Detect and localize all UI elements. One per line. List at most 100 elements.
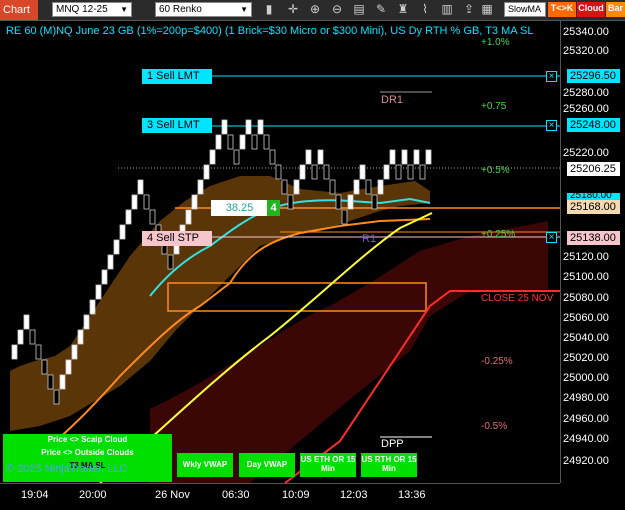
sell-lmt-3-order[interactable]: 3 Sell LMT	[142, 118, 212, 133]
renko-brick	[59, 374, 66, 390]
cancel-order-3-icon[interactable]: ×	[546, 120, 557, 131]
renko-brick	[233, 149, 240, 165]
renko-brick	[419, 164, 426, 180]
renko-brick	[329, 179, 336, 195]
renko-brick	[413, 149, 420, 165]
renko-brick	[89, 299, 96, 315]
last-price-tag: 25206.25	[567, 162, 620, 176]
renko-brick	[371, 194, 378, 210]
sell-stp-order[interactable]: 4 Sell STP	[142, 231, 212, 246]
renko-brick	[11, 344, 18, 360]
dr1-label: DR1	[381, 94, 404, 106]
renko-brick	[377, 179, 384, 195]
price-chart[interactable]	[0, 21, 560, 483]
chart-toolbar: Chart MNQ 12-25 ▼ 60 Renko ▼ ▮ ✛ ⊕ ⊖ ▤ ✎…	[0, 0, 625, 21]
position-count: 4	[267, 200, 280, 216]
renko-brick	[323, 164, 330, 180]
time-tick: 19:04	[21, 489, 49, 501]
renko-brick	[293, 179, 300, 195]
renko-brick	[23, 314, 30, 330]
zoom-out-icon[interactable]: ⊖	[330, 2, 344, 17]
price-tick: 25040.00	[563, 332, 609, 344]
renko-brick	[203, 164, 210, 180]
tc-button[interactable]: T<>K	[548, 2, 576, 17]
renko-brick	[35, 344, 42, 360]
renko-brick	[41, 359, 48, 375]
renko-brick	[191, 194, 198, 210]
renko-brick	[17, 329, 24, 345]
renko-brick	[209, 149, 216, 165]
legend-row-scalp: Price <> Scalp Cloud	[47, 435, 128, 444]
renko-brick	[263, 134, 270, 150]
templates-icon[interactable]: ▥	[440, 2, 454, 17]
renko-brick	[119, 224, 126, 240]
price-tick: 24940.00	[563, 433, 609, 445]
cancel-stop-icon[interactable]: ×	[546, 232, 557, 243]
drawing-tools-icon[interactable]: ✎	[374, 2, 388, 17]
day-vwap-button[interactable]: Day VWAP	[239, 453, 295, 477]
us-rth-or-button[interactable]: US RTH OR 15 Min	[361, 453, 417, 477]
renko-brick	[131, 194, 138, 210]
data-box-icon[interactable]: ▦	[480, 2, 494, 17]
pct-plus-025-label: +0.25%	[481, 229, 516, 240]
renko-brick	[401, 149, 408, 165]
time-tick: 26 Nov	[155, 489, 190, 501]
price-tick: 25220.00	[563, 147, 609, 159]
pct-minus-025-label: -0.25%	[481, 356, 513, 367]
cancel-order-1-icon[interactable]: ×	[546, 71, 557, 82]
properties-icon[interactable]: ▤	[352, 2, 366, 17]
renko-brick	[395, 164, 402, 180]
bar-type-selector[interactable]: 60 Renko ▼	[155, 2, 252, 17]
renko-brick	[65, 359, 72, 375]
wkly-vwap-button[interactable]: Wkly VWAP	[177, 453, 233, 477]
price-tick: 25260.00	[563, 103, 609, 115]
dpp-label: DPP	[381, 438, 404, 450]
renko-brick	[353, 179, 360, 195]
zoom-in-icon[interactable]: ⊕	[308, 2, 322, 17]
strategies-icon[interactable]: ♜	[396, 2, 410, 17]
pct-plus-05-label: +0.5%	[481, 165, 510, 176]
bar-button[interactable]: Bar	[606, 2, 625, 17]
renko-brick	[269, 149, 276, 165]
renko-brick	[257, 119, 264, 135]
renko-brick	[53, 389, 60, 405]
renko-brick	[239, 134, 246, 150]
sell-lmt-1-order[interactable]: 1 Sell LMT	[142, 69, 212, 84]
price-tick: 25060.00	[563, 312, 609, 324]
bar-style-icon[interactable]: ▮	[262, 2, 276, 17]
renko-brick	[347, 194, 354, 210]
price-tick: 24920.00	[563, 455, 609, 467]
renko-brick	[107, 254, 114, 270]
close-label: CLOSE 25 NOV	[481, 293, 554, 304]
price-tick: 25280.00	[563, 87, 609, 99]
time-tick: 13:36	[398, 489, 426, 501]
renko-brick	[245, 119, 252, 135]
renko-brick	[383, 164, 390, 180]
instrument-selector[interactable]: MNQ 12-25 ▼	[52, 2, 132, 17]
renko-brick	[287, 194, 294, 210]
share-icon[interactable]: ⇪	[462, 2, 476, 17]
renko-brick	[299, 164, 306, 180]
renko-brick	[389, 149, 396, 165]
chart-tab[interactable]: Chart	[0, 0, 38, 20]
crosshair-icon[interactable]: ✛	[286, 2, 300, 17]
time-tick: 06:30	[222, 489, 250, 501]
renko-brick	[425, 149, 432, 165]
pct-plus-1-label: +1.0%	[481, 37, 510, 48]
renko-brick	[317, 149, 324, 165]
cloud-button[interactable]: Cloud	[577, 2, 605, 17]
renko-brick	[341, 209, 348, 225]
renko-brick	[365, 179, 372, 195]
time-tick: 20:00	[79, 489, 107, 501]
renko-brick	[71, 344, 78, 360]
ask-price-tag: 25168.00	[567, 200, 620, 214]
us-eth-or-button[interactable]: US ETH OR 15 Min	[300, 453, 356, 477]
indicator-select[interactable]: SlowMA	[504, 2, 546, 17]
pct-minus-05-label: -0.5%	[481, 421, 508, 432]
bar-type-value: 60 Renko	[159, 4, 202, 15]
renko-brick	[407, 164, 414, 180]
indicators-icon[interactable]: ⌇	[418, 2, 432, 17]
price-tick: 25100.00	[563, 271, 609, 283]
avg-entry-box[interactable]: 38.25	[211, 200, 268, 216]
renko-brick	[227, 134, 234, 150]
